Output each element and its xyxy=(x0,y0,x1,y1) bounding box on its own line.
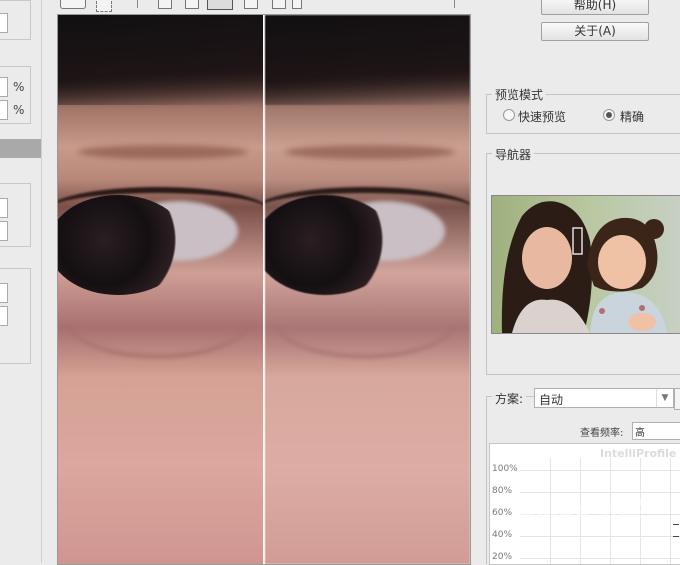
help-button[interactable]: 帮助(H) xyxy=(541,0,649,15)
selected-row-bar[interactable] xyxy=(0,139,41,158)
y-tick-80: 80% xyxy=(492,486,513,496)
toolbar-end-marker xyxy=(454,0,455,8)
frequency-value: 高 xyxy=(635,428,645,439)
compare-view-button[interactable] xyxy=(272,0,286,9)
accurate-preview-label: 精确 xyxy=(620,110,645,124)
left-field-2[interactable] xyxy=(0,198,8,218)
scheme-side-button[interactable] xyxy=(674,388,680,410)
zoom-tool-button[interactable] xyxy=(137,0,138,8)
single-view-button[interactable] xyxy=(158,0,172,9)
horizontal-split-button[interactable] xyxy=(185,0,199,9)
left-field-3[interactable] xyxy=(0,221,8,241)
graph-brand-watermark: IntelliProfile xyxy=(600,447,677,460)
percent-field-1[interactable] xyxy=(0,77,8,97)
chevron-down-icon: ▼ xyxy=(656,389,673,407)
frequency-select[interactable]: 高 xyxy=(632,422,680,440)
small-toolbar-button[interactable] xyxy=(292,0,302,9)
left-group-bottom xyxy=(0,268,31,364)
fast-preview-radio[interactable] xyxy=(503,109,515,121)
quad-view-button[interactable] xyxy=(244,0,258,9)
percent-field-2[interactable] xyxy=(0,100,8,120)
navigator-photo xyxy=(492,196,680,333)
y-tick-100: 100% xyxy=(492,464,518,474)
hand-tool-button[interactable] xyxy=(60,0,86,9)
accurate-preview-radio[interactable] xyxy=(603,109,615,121)
navigator-thumbnail[interactable] xyxy=(491,195,680,334)
y-tick-20: 20% xyxy=(492,552,513,562)
y-tick-40: 40% xyxy=(492,530,513,540)
graph-marker-1 xyxy=(673,524,679,525)
frequency-label: 查看频率: xyxy=(580,428,624,439)
left-group-percent: % % xyxy=(0,66,31,124)
percent-symbol-2: % xyxy=(13,103,25,117)
about-button[interactable]: 关于(A) xyxy=(541,22,649,41)
scheme-select[interactable]: 自动 ▼ xyxy=(534,388,674,408)
preview-after-pane xyxy=(265,15,470,564)
split-preview-area[interactable] xyxy=(57,14,471,565)
y-tick-60: 60% xyxy=(492,508,513,518)
left-group-top xyxy=(0,0,31,40)
percent-symbol-1: % xyxy=(13,80,25,94)
vertical-split-button[interactable] xyxy=(207,0,233,10)
left-field-1[interactable] xyxy=(0,13,8,33)
marquee-tool-button[interactable] xyxy=(96,0,112,12)
left-field-4[interactable] xyxy=(0,283,8,303)
left-group-middle xyxy=(0,183,31,247)
left-field-5[interactable] xyxy=(0,306,8,326)
left-settings-panel: % % xyxy=(0,0,42,563)
graph-marker-2 xyxy=(673,536,679,537)
fast-preview-label: 快速预览 xyxy=(518,110,567,124)
preview-mode-title: 预览模式 xyxy=(492,86,547,103)
preview-before-pane xyxy=(58,15,263,564)
baidu-watermark: Baidu 经验 xyxy=(520,498,643,523)
navigator-title: 导航器 xyxy=(492,146,535,163)
scheme-label: 方案: xyxy=(492,390,527,407)
view-toolbar xyxy=(52,0,472,12)
scheme-select-value: 自动 xyxy=(539,393,564,407)
